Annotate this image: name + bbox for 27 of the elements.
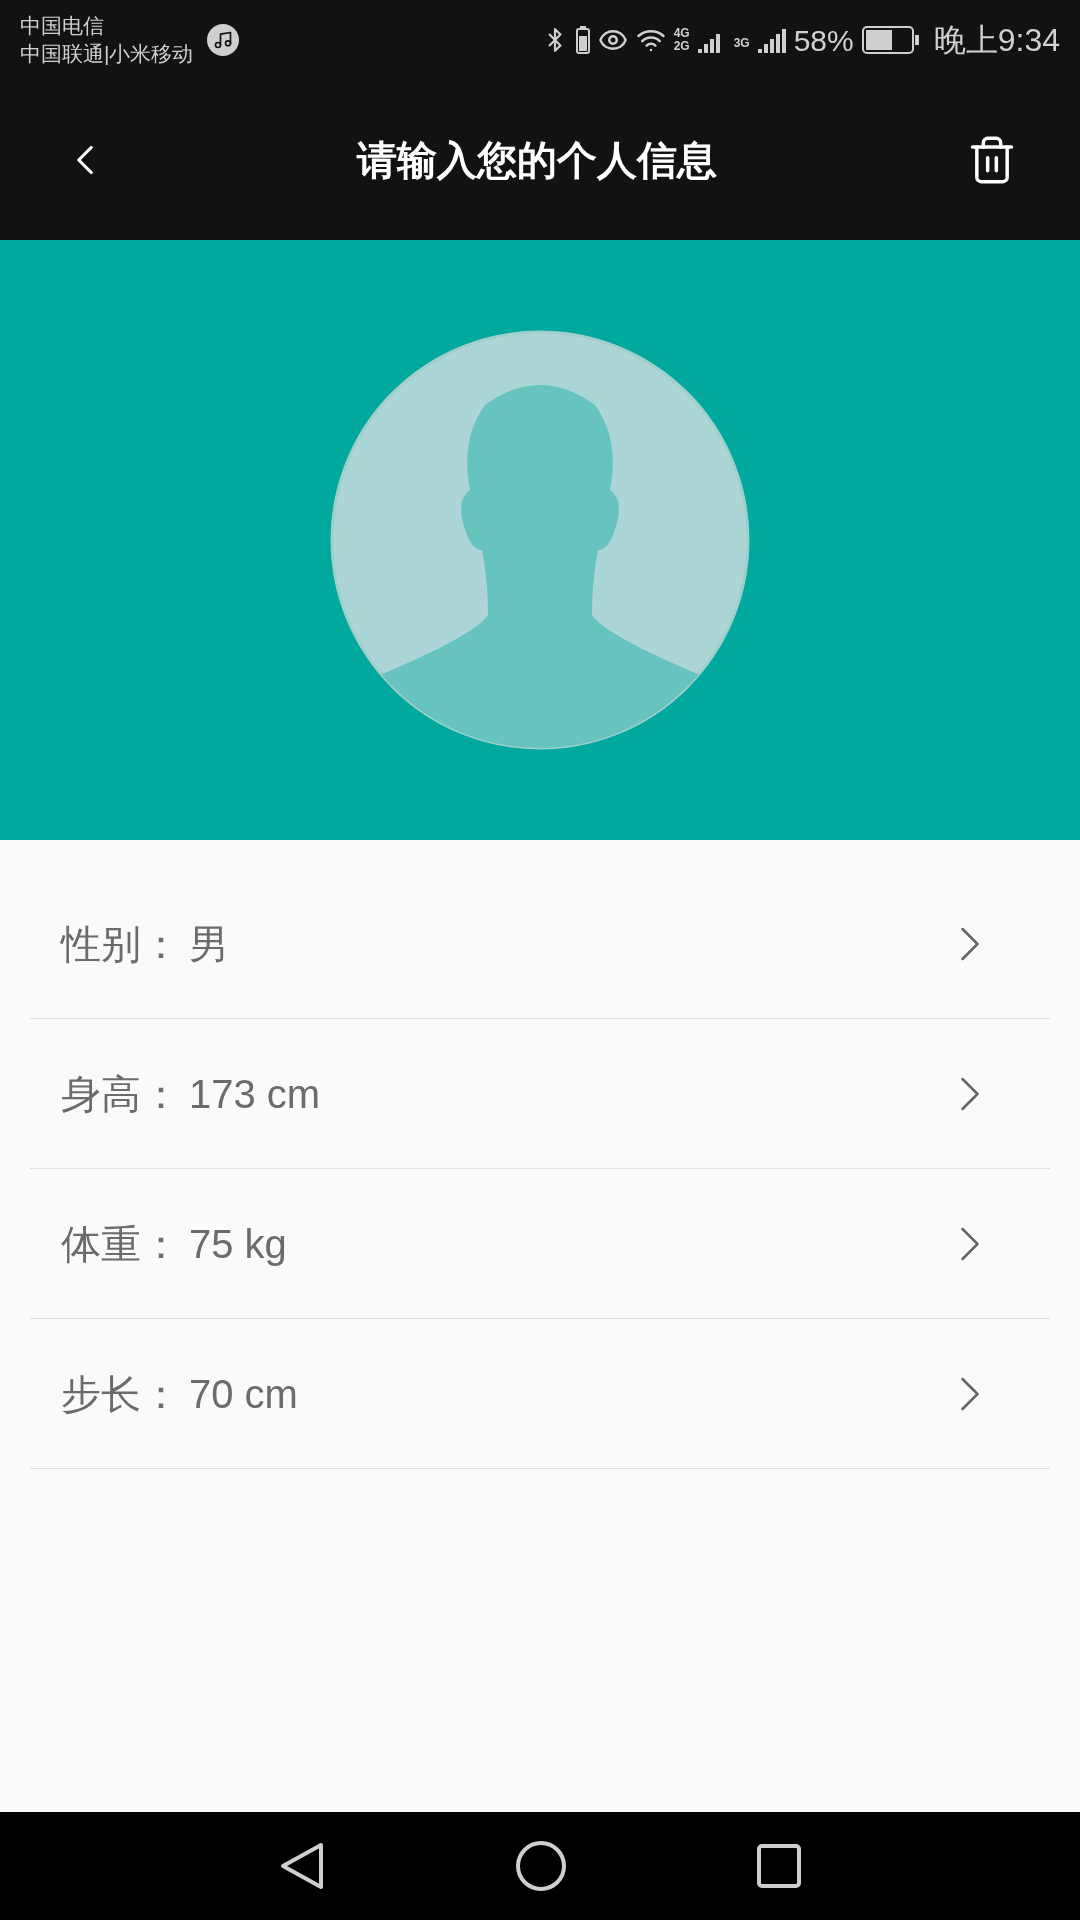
network-type: 2G [673, 40, 690, 53]
carrier-name: 中国电信 [20, 13, 105, 39]
field-value: 70 cm [189, 1370, 298, 1418]
field-value: 173 cm [189, 1070, 321, 1118]
back-icon[interactable] [279, 1841, 325, 1891]
battery-percent: 58% [793, 22, 854, 59]
info-row[interactable]: 体重： 75 kg [30, 1169, 1050, 1319]
battery-icon [575, 26, 590, 54]
field-label: 体重： [61, 1220, 181, 1268]
music-icon [207, 24, 240, 56]
network-type: 3G [733, 35, 750, 52]
recents-icon[interactable] [757, 1844, 801, 1888]
network-type: 4G [673, 27, 690, 40]
field-value: 男 [189, 920, 229, 968]
field-label: 性别： [61, 920, 181, 968]
info-row[interactable]: 性别： 男 [30, 869, 1050, 1019]
field-label: 身高： [61, 1070, 181, 1118]
home-icon[interactable] [515, 1840, 567, 1892]
page-title: 请输入您的个人信息 [357, 137, 717, 184]
carrier-name: 中国联通|小米移动 [20, 41, 194, 67]
info-row[interactable]: 步长： 70 cm [30, 1319, 1050, 1469]
clock-time: 晚上9:34 [933, 21, 1060, 60]
info-row[interactable]: 身高： 173 cm [30, 1019, 1050, 1169]
battery-icon [861, 26, 920, 54]
signal-icon [757, 27, 786, 53]
field-value: 75 kg [189, 1220, 287, 1268]
field-label: 步长： [61, 1370, 181, 1418]
